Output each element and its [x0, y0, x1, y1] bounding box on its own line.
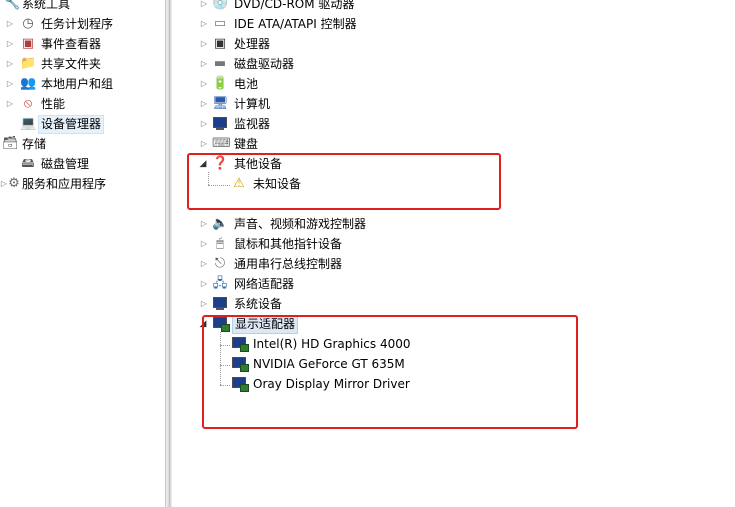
nav-item-storage[interactable]: 🗃 存储 [0, 134, 160, 154]
device-category-sound[interactable]: ▷ 🔈 声音、视频和游戏控制器 [172, 214, 472, 234]
expand-arrow-icon[interactable]: ▷ [200, 76, 208, 92]
ide-controller-icon: ▭ [213, 16, 227, 31]
expand-arrow-icon[interactable]: ▷ [200, 16, 208, 32]
shared-folder-icon: 📁 [20, 56, 37, 71]
sound-icon: 🔈 [212, 216, 229, 231]
nav-item-performance[interactable]: ▷ ⦸ 性能 [0, 94, 160, 114]
expand-arrow-icon[interactable]: ▷ [200, 236, 208, 252]
battery-icon: 🔋 [212, 76, 229, 91]
expand-arrow-icon[interactable]: ▷ [6, 16, 14, 32]
device-manager-icon: 💻 [20, 116, 37, 131]
computer-icon: 🖥 [212, 96, 229, 111]
expand-arrow-icon[interactable]: ▷ [6, 76, 14, 92]
expand-arrow-icon[interactable]: ▷ [200, 96, 208, 112]
device-category-computer[interactable]: ▷ 🖥 计算机 [172, 94, 472, 114]
disk-management-icon: 🖴 [21, 156, 35, 171]
highlight-box-display-adapters [202, 315, 578, 429]
expand-arrow-icon[interactable]: ▷ [200, 296, 208, 312]
expand-arrow-icon[interactable]: ▷ [200, 116, 208, 132]
device-category-ide[interactable]: ▷ ▭ IDE ATA/ATAPI 控制器 [172, 14, 472, 34]
expand-arrow-icon[interactable]: ▷ [6, 96, 14, 112]
device-category-usb[interactable]: ▷ ⎋ 通用串行总线控制器 [172, 254, 472, 274]
expand-arrow-icon[interactable]: ▷ [6, 36, 14, 52]
nav-item-local-users[interactable]: ▷ 👥 本地用户和组 [0, 74, 160, 94]
expand-arrow-icon[interactable]: ▷ [200, 256, 208, 272]
nav-item-event-viewer[interactable]: ▷ ▣ 事件查看器 [0, 34, 160, 54]
performance-icon: ⦸ [23, 96, 33, 111]
nav-item-disk-management[interactable]: 🖴 磁盘管理 [0, 154, 160, 174]
storage-icon: 🗃 [2, 136, 19, 151]
users-icon: 👥 [20, 76, 37, 91]
system-device-icon [212, 297, 228, 311]
event-viewer-icon: ▣ [21, 36, 35, 51]
device-category-network[interactable]: ▷ 🖧 网络适配器 [172, 274, 472, 294]
expand-arrow-icon[interactable]: ▷ [200, 0, 208, 12]
clock-icon: ◷ [22, 16, 34, 31]
expand-arrow-icon[interactable]: ▷ [200, 56, 208, 72]
expand-arrow-icon[interactable]: ▷ [200, 276, 208, 292]
nav-item-services-apps[interactable]: ▷ ⚙ 服务和应用程序 [0, 174, 160, 194]
device-category-dvd[interactable]: ▷ 💿 DVD/CD-ROM 驱动器 [172, 0, 472, 14]
processor-icon: ▣ [213, 36, 227, 51]
nav-item-shared-folders[interactable]: ▷ 📁 共享文件夹 [0, 54, 160, 74]
pane-splitter[interactable] [165, 0, 172, 507]
nav-item-device-manager[interactable]: 💻 设备管理器 [0, 114, 160, 134]
disk-drive-icon: ▬ [213, 56, 227, 71]
expand-arrow-icon[interactable]: ▷ [200, 216, 208, 232]
dvd-drive-icon: 💿 [212, 0, 229, 11]
expand-arrow-icon[interactable]: ▷ [6, 56, 14, 72]
nav-item-system-tools[interactable]: 🔧 系统工具 [0, 0, 160, 14]
device-category-system[interactable]: ▷ 系统设备 [172, 294, 472, 314]
expand-arrow-icon[interactable]: ▷ [200, 136, 208, 152]
network-adapter-icon: 🖧 [212, 276, 228, 291]
keyboard-icon: ⌨ [212, 136, 231, 151]
highlight-box-other-devices [187, 153, 501, 210]
device-category-monitor[interactable]: ▷ 监视器 [172, 114, 472, 134]
device-category-keyboard[interactable]: ▷ ⌨ 键盘 [172, 134, 472, 154]
device-category-battery[interactable]: ▷ 🔋 电池 [172, 74, 472, 94]
device-category-mouse[interactable]: ▷ 🖱 鼠标和其他指针设备 [172, 234, 472, 254]
device-category-disk[interactable]: ▷ ▬ 磁盘驱动器 [172, 54, 472, 74]
device-tree: ▷ 💿 DVD/CD-ROM 驱动器 ▷ ▭ IDE ATA/ATAPI 控制器… [172, 0, 735, 507]
navigation-tree: 🔧 系统工具 ▷ ◷ 任务计划程序 ▷ ▣ 事件查看器 ▷ 📁 共享文件夹 ▷ … [0, 0, 165, 507]
services-icon: ⚙ [8, 176, 20, 191]
toolbox-icon: 🔧 [4, 0, 21, 11]
expand-arrow-icon[interactable]: ▷ [200, 36, 208, 52]
usb-icon: ⎋ [214, 256, 226, 271]
monitor-icon [212, 117, 228, 131]
device-category-processor[interactable]: ▷ ▣ 处理器 [172, 34, 472, 54]
mouse-icon: 🖱 [216, 236, 224, 251]
nav-item-task-scheduler[interactable]: ▷ ◷ 任务计划程序 [0, 14, 160, 34]
